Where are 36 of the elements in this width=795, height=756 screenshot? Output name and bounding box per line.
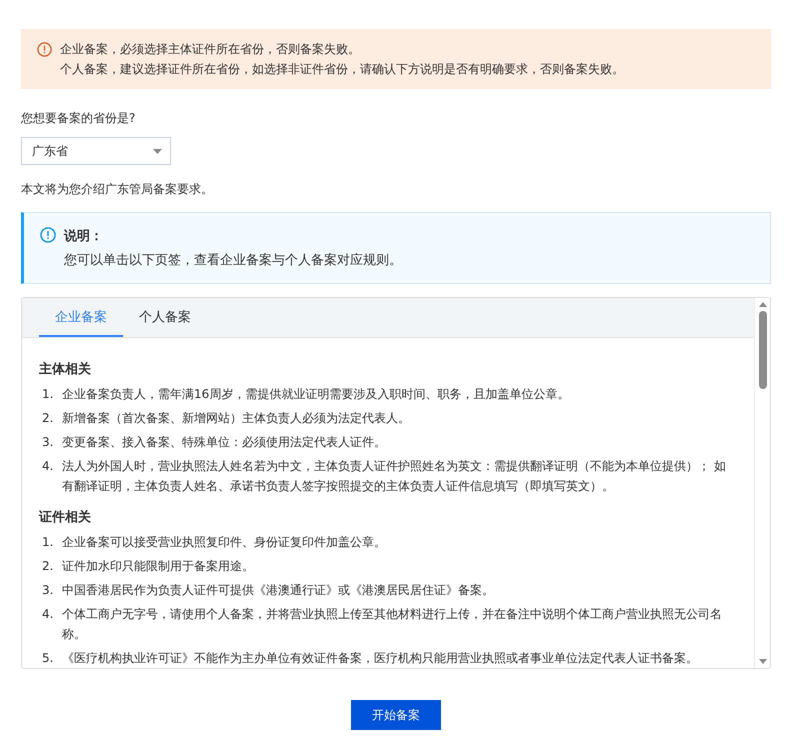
list-item: 个体工商户无字号，请使用个人备案，并将营业执照上传至其他材料进行上传，并在备注中说明个体工商户营业执照无公司名称。 <box>62 606 723 643</box>
list-number: 3. <box>41 434 54 451</box>
tab[interactable]: 个人备案 <box>123 298 207 337</box>
list-number: 1. <box>41 386 54 403</box>
scroll-up-icon[interactable] <box>758 302 766 307</box>
list-item: 证件加水印只能限制用于备案用途。 <box>62 558 254 575</box>
list-item: 中国香港居民作为负责人证件可提供《港澳通行证》或《港澳居民居住证》备案。 <box>62 582 494 599</box>
list-number: 3. <box>41 582 54 599</box>
list-number: 4. <box>41 606 54 623</box>
info-icon <box>40 227 56 243</box>
caret-icon <box>153 148 162 154</box>
list-item: 新增备案（首次备案、新增网站）主体负责人必须为法定代表人。 <box>62 410 410 427</box>
list-item: 法人为外国人时，营业执照法人姓名若为中文，主体负责人证件护照姓名为英文：需提供翻译证明（不能为本单位提供）； 如有翻译证明，主体负责人姓名、承诺书负责人签字按照提交的主体负责人证件信息填写（即填写英文）。 <box>62 458 727 495</box>
province-select[interactable]: 广东省 <box>21 137 171 165</box>
section-heading: 主体相关 <box>39 360 92 378</box>
start-button[interactable]: 开始备案 <box>351 700 441 730</box>
warning-text: 企业备案，必须选择主体证件所在省份，否则备案失败。 <box>60 41 361 58</box>
list-number: 4. <box>41 458 54 475</box>
list-number: 2. <box>41 558 54 575</box>
note-text: 您可以单击以下页签，查看企业备案与个人备案对应规则。 <box>64 252 402 269</box>
list-item: 《医疗机构执业许可证》不能作为主办单位有效证件备案，医疗机构只能用营业执照或者事业单位法定代表人证书备案。 <box>62 650 698 667</box>
scroll-down-icon[interactable] <box>758 659 766 664</box>
list-number: 2. <box>41 410 54 427</box>
scrollbar-thumb[interactable] <box>758 311 766 389</box>
list-number: 1. <box>41 534 54 551</box>
list-item: 企业备案负责人，需年满16周岁，需提供就业证明需要涉及入职时间、职务，且加盖单位公章。 <box>62 386 570 403</box>
warning-text: 个人备案，建议选择证件所在省份，如选择非证件省份，请确认下方说明是否有明确要求，否则备案失败。 <box>60 61 624 78</box>
intro-text: 本文将为您介绍广东管局备案要求。 <box>21 181 214 198</box>
province-question: 您想要备案的省份是? <box>21 110 136 127</box>
list-item: 变更备案、接入备案、特殊单位：必须使用法定代表人证件。 <box>62 434 386 451</box>
warning-icon <box>37 42 52 57</box>
note-title: 说明： <box>64 228 104 245</box>
list-item: 企业备案可以接受营业执照复印件、身份证复印件加盖公章。 <box>62 534 386 551</box>
scrollbar[interactable] <box>754 298 770 668</box>
section-heading: 证件相关 <box>39 508 92 526</box>
list-number: 5. <box>41 650 54 667</box>
